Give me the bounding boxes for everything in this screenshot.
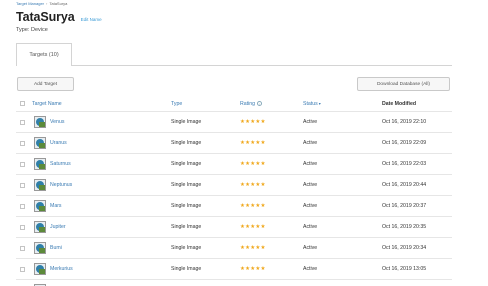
column-header-status[interactable]: Status▾ bbox=[303, 101, 321, 107]
add-target-button[interactable]: Add Target bbox=[17, 77, 74, 91]
rating-stars: ★★★★★ bbox=[240, 160, 266, 167]
table-row[interactable]: Mars Single Image ★★★★★ Active Oct 16, 2019 … bbox=[16, 195, 452, 216]
database-type: Type: Device bbox=[16, 27, 48, 33]
target-status: Active bbox=[303, 266, 318, 272]
image-thumbnail-icon[interactable] bbox=[34, 221, 46, 233]
image-thumbnail-icon[interactable] bbox=[34, 116, 46, 128]
row-checkbox[interactable] bbox=[20, 225, 25, 230]
image-thumbnail-icon[interactable] bbox=[34, 263, 46, 275]
target-date-modified: Oct 16, 2019 22:03 bbox=[382, 161, 427, 167]
image-thumbnail-icon[interactable] bbox=[34, 200, 46, 212]
table-row[interactable]: Saturnus Single Image ★★★★★ Active Oct 16, 2… bbox=[16, 153, 452, 174]
target-date-modified: Oct 16, 2019 20:34 bbox=[382, 245, 427, 251]
edit-name-link[interactable]: Edit Name bbox=[81, 17, 102, 22]
table-row[interactable]: Uranus Single Image ★★★★★ Active Oct 16, 201… bbox=[16, 132, 452, 153]
breadcrumb: Target Manager › TataSurya bbox=[16, 1, 67, 6]
caret-down-icon: ▾ bbox=[318, 101, 321, 106]
column-header-date-modified[interactable]: Date Modified bbox=[382, 101, 416, 107]
tab-divider bbox=[16, 65, 452, 66]
table-row[interactable]: Venus Single Image ★★★★★ Active Oct 16, 2019… bbox=[16, 111, 452, 132]
column-header-type[interactable]: Type bbox=[171, 101, 182, 107]
row-checkbox[interactable] bbox=[20, 246, 25, 251]
target-type: Single Image bbox=[171, 140, 202, 146]
table-row[interactable]: Jupiter Single Image ★★★★★ Active Oct 16, 20… bbox=[16, 216, 452, 237]
info-icon[interactable]: i bbox=[257, 101, 262, 107]
row-checkbox[interactable] bbox=[20, 141, 25, 146]
target-name-link[interactable]: Saturnus bbox=[50, 161, 71, 167]
column-header-rating[interactable]: Rating i bbox=[240, 101, 262, 107]
target-date-modified: Oct 16, 2019 20:37 bbox=[382, 203, 427, 209]
image-thumbnail-icon[interactable] bbox=[34, 158, 46, 170]
column-header-target-name[interactable]: Target Name bbox=[32, 101, 62, 107]
image-thumbnail-icon[interactable] bbox=[34, 179, 46, 191]
target-type: Single Image bbox=[171, 119, 202, 125]
row-checkbox[interactable] bbox=[20, 183, 25, 188]
tab-targets[interactable]: Targets (10) bbox=[16, 43, 72, 66]
target-name-link[interactable]: Merkurius bbox=[50, 266, 73, 272]
table-row[interactable]: Merkurius Single Image ★★★★★ Active Oct 16, … bbox=[16, 258, 452, 279]
row-checkbox[interactable] bbox=[20, 267, 25, 272]
target-date-modified: Oct 16, 2019 20:35 bbox=[382, 224, 427, 230]
target-type: Single Image bbox=[171, 245, 202, 251]
image-thumbnail-icon[interactable] bbox=[34, 242, 46, 254]
rating-stars: ★★★★★ bbox=[240, 244, 266, 251]
target-name-link[interactable]: Mars bbox=[50, 203, 62, 209]
title-row: TataSurya Edit Name bbox=[16, 10, 102, 24]
download-database-button[interactable]: Download Database (All) bbox=[357, 77, 450, 91]
table-row[interactable]: Neptunus Single Image ★★★★★ Active Oct 16, 2… bbox=[16, 174, 452, 195]
table-row[interactable]: MatahariSingle Image★★★★★ActiveOct 16, 2… bbox=[16, 279, 452, 286]
target-status: Active bbox=[303, 119, 318, 125]
row-checkbox[interactable] bbox=[20, 120, 25, 125]
target-type: Single Image bbox=[171, 161, 202, 167]
target-type: Single Image bbox=[171, 182, 202, 188]
target-name-link[interactable]: Jupiter bbox=[50, 224, 66, 230]
select-all-checkbox[interactable] bbox=[20, 101, 25, 106]
page-title: TataSurya bbox=[16, 10, 75, 24]
table-header: Target Name Type Rating i Status▾ Date Mo… bbox=[16, 97, 452, 111]
breadcrumb-link-target-manager[interactable]: Target Manager bbox=[16, 1, 44, 6]
target-date-modified: Oct 16, 2019 22:10 bbox=[382, 119, 427, 125]
breadcrumb-current: TataSurya bbox=[49, 1, 68, 6]
target-date-modified: Oct 16, 2019 22:09 bbox=[382, 140, 427, 146]
target-name-link[interactable]: Venus bbox=[50, 119, 64, 125]
table-row[interactable]: Bumi Single Image ★★★★★ Active Oct 16, 2019 … bbox=[16, 237, 452, 258]
image-thumbnail-icon[interactable] bbox=[34, 137, 46, 149]
row-checkbox[interactable] bbox=[20, 204, 25, 209]
rating-stars: ★★★★★ bbox=[240, 265, 266, 272]
target-status: Active bbox=[303, 245, 318, 251]
breadcrumb-separator: › bbox=[46, 1, 48, 6]
targets-table: Venus Single Image ★★★★★ Active Oct 16, 2019… bbox=[16, 111, 452, 286]
rating-stars: ★★★★★ bbox=[240, 223, 266, 230]
row-checkbox[interactable] bbox=[20, 162, 25, 167]
target-date-modified: Oct 16, 2019 20:44 bbox=[382, 182, 427, 188]
target-type: Single Image bbox=[171, 266, 202, 272]
target-status: Active bbox=[303, 140, 318, 146]
rating-stars: ★★★★★ bbox=[240, 181, 266, 188]
target-name-link[interactable]: Uranus bbox=[50, 140, 67, 146]
rating-stars: ★★★★★ bbox=[240, 139, 266, 146]
target-status: Active bbox=[303, 182, 318, 188]
target-status: Active bbox=[303, 203, 318, 209]
target-type: Single Image bbox=[171, 224, 202, 230]
target-status: Active bbox=[303, 224, 318, 230]
rating-stars: ★★★★★ bbox=[240, 118, 266, 125]
rating-stars: ★★★★★ bbox=[240, 202, 266, 209]
target-type: Single Image bbox=[171, 203, 202, 209]
target-name-link[interactable]: Bumi bbox=[50, 245, 62, 251]
target-status: Active bbox=[303, 161, 318, 167]
target-name-link[interactable]: Neptunus bbox=[50, 182, 72, 188]
target-date-modified: Oct 16, 2019 13:05 bbox=[382, 266, 427, 272]
